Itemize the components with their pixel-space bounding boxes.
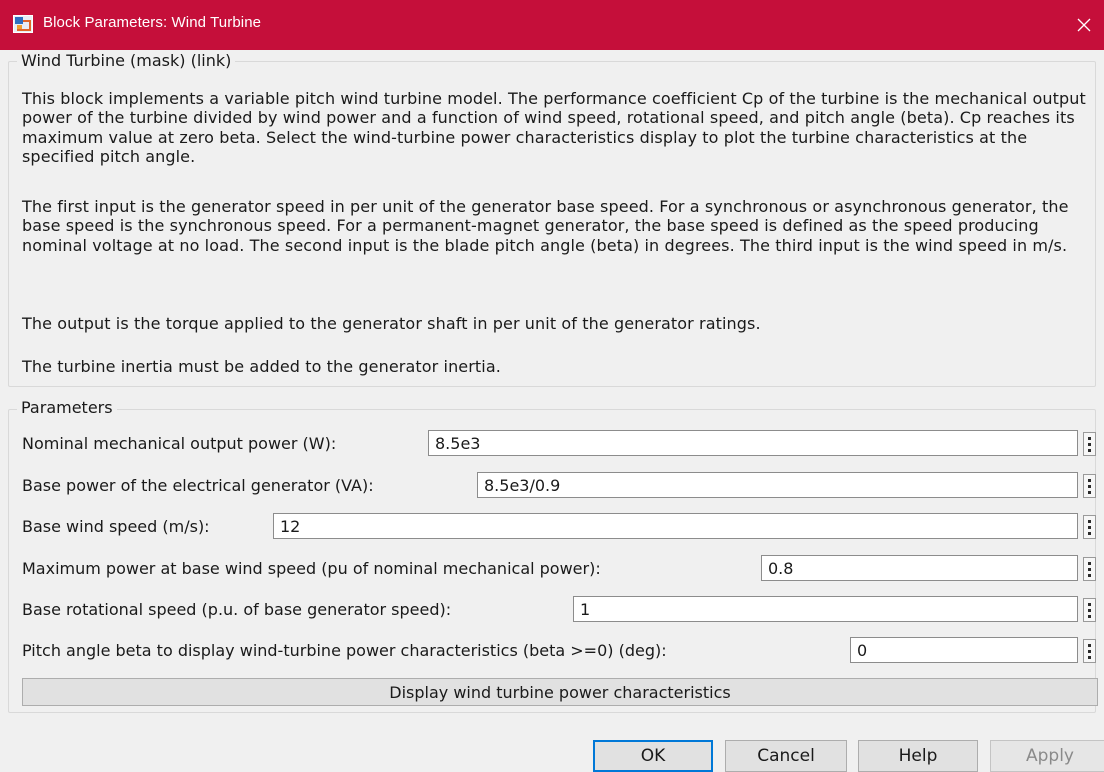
pitch-angle-input[interactable]	[850, 637, 1078, 663]
nominal-power-label: Nominal mechanical output power (W):	[22, 434, 337, 453]
simulink-block-icon	[13, 15, 33, 33]
max-power-label: Maximum power at base wind speed (pu of …	[22, 559, 601, 578]
description-paragraph-4: The turbine inertia must be added to the…	[22, 357, 501, 376]
description-paragraph-2: The first input is the generator speed i…	[22, 197, 1069, 255]
pitch-angle-options-button[interactable]	[1083, 639, 1096, 663]
parameters-group-legend: Parameters	[17, 399, 117, 417]
max-power-input[interactable]	[761, 555, 1078, 581]
base-power-label: Base power of the electrical generator (…	[22, 476, 374, 495]
title-bar: Block Parameters: Wind Turbine	[0, 0, 1104, 50]
max-power-options-button[interactable]	[1083, 557, 1096, 581]
nominal-power-input[interactable]	[428, 430, 1078, 456]
base-wind-speed-input[interactable]	[273, 513, 1078, 539]
param-row-base-rotational-speed: Base rotational speed (p.u. of base gene…	[22, 596, 1098, 624]
help-button[interactable]: Help	[858, 740, 978, 772]
base-power-options-button[interactable]	[1083, 474, 1096, 498]
window-title: Block Parameters: Wind Turbine	[43, 14, 262, 31]
apply-button[interactable]: Apply	[990, 740, 1104, 772]
param-row-max-power: Maximum power at base wind speed (pu of …	[22, 555, 1098, 583]
ok-button[interactable]: OK	[593, 740, 713, 772]
cancel-button[interactable]: Cancel	[725, 740, 847, 772]
base-wind-speed-label: Base wind speed (m/s):	[22, 517, 210, 536]
description-paragraph-3: The output is the torque applied to the …	[22, 314, 761, 333]
base-rotational-speed-label: Base rotational speed (p.u. of base gene…	[22, 600, 452, 619]
description-paragraph-1: This block implements a variable pitch w…	[22, 89, 1086, 166]
pitch-angle-label: Pitch angle beta to display wind-turbine…	[22, 641, 667, 660]
mask-group-legend: Wind Turbine (mask) (link)	[17, 52, 236, 70]
param-row-base-wind-speed: Base wind speed (m/s):	[22, 513, 1098, 541]
base-rotational-speed-input[interactable]	[573, 596, 1078, 622]
close-icon	[1077, 18, 1091, 32]
base-power-input[interactable]	[477, 472, 1078, 498]
base-wind-speed-options-button[interactable]	[1083, 515, 1096, 539]
display-characteristics-button[interactable]: Display wind turbine power characteristi…	[22, 678, 1098, 706]
base-rotational-speed-options-button[interactable]	[1083, 598, 1096, 622]
close-button[interactable]	[1064, 0, 1104, 50]
nominal-power-options-button[interactable]	[1083, 432, 1096, 456]
param-row-nominal-power: Nominal mechanical output power (W):	[22, 430, 1098, 458]
param-row-base-power: Base power of the electrical generator (…	[22, 472, 1098, 500]
param-row-pitch-angle: Pitch angle beta to display wind-turbine…	[22, 637, 1098, 665]
